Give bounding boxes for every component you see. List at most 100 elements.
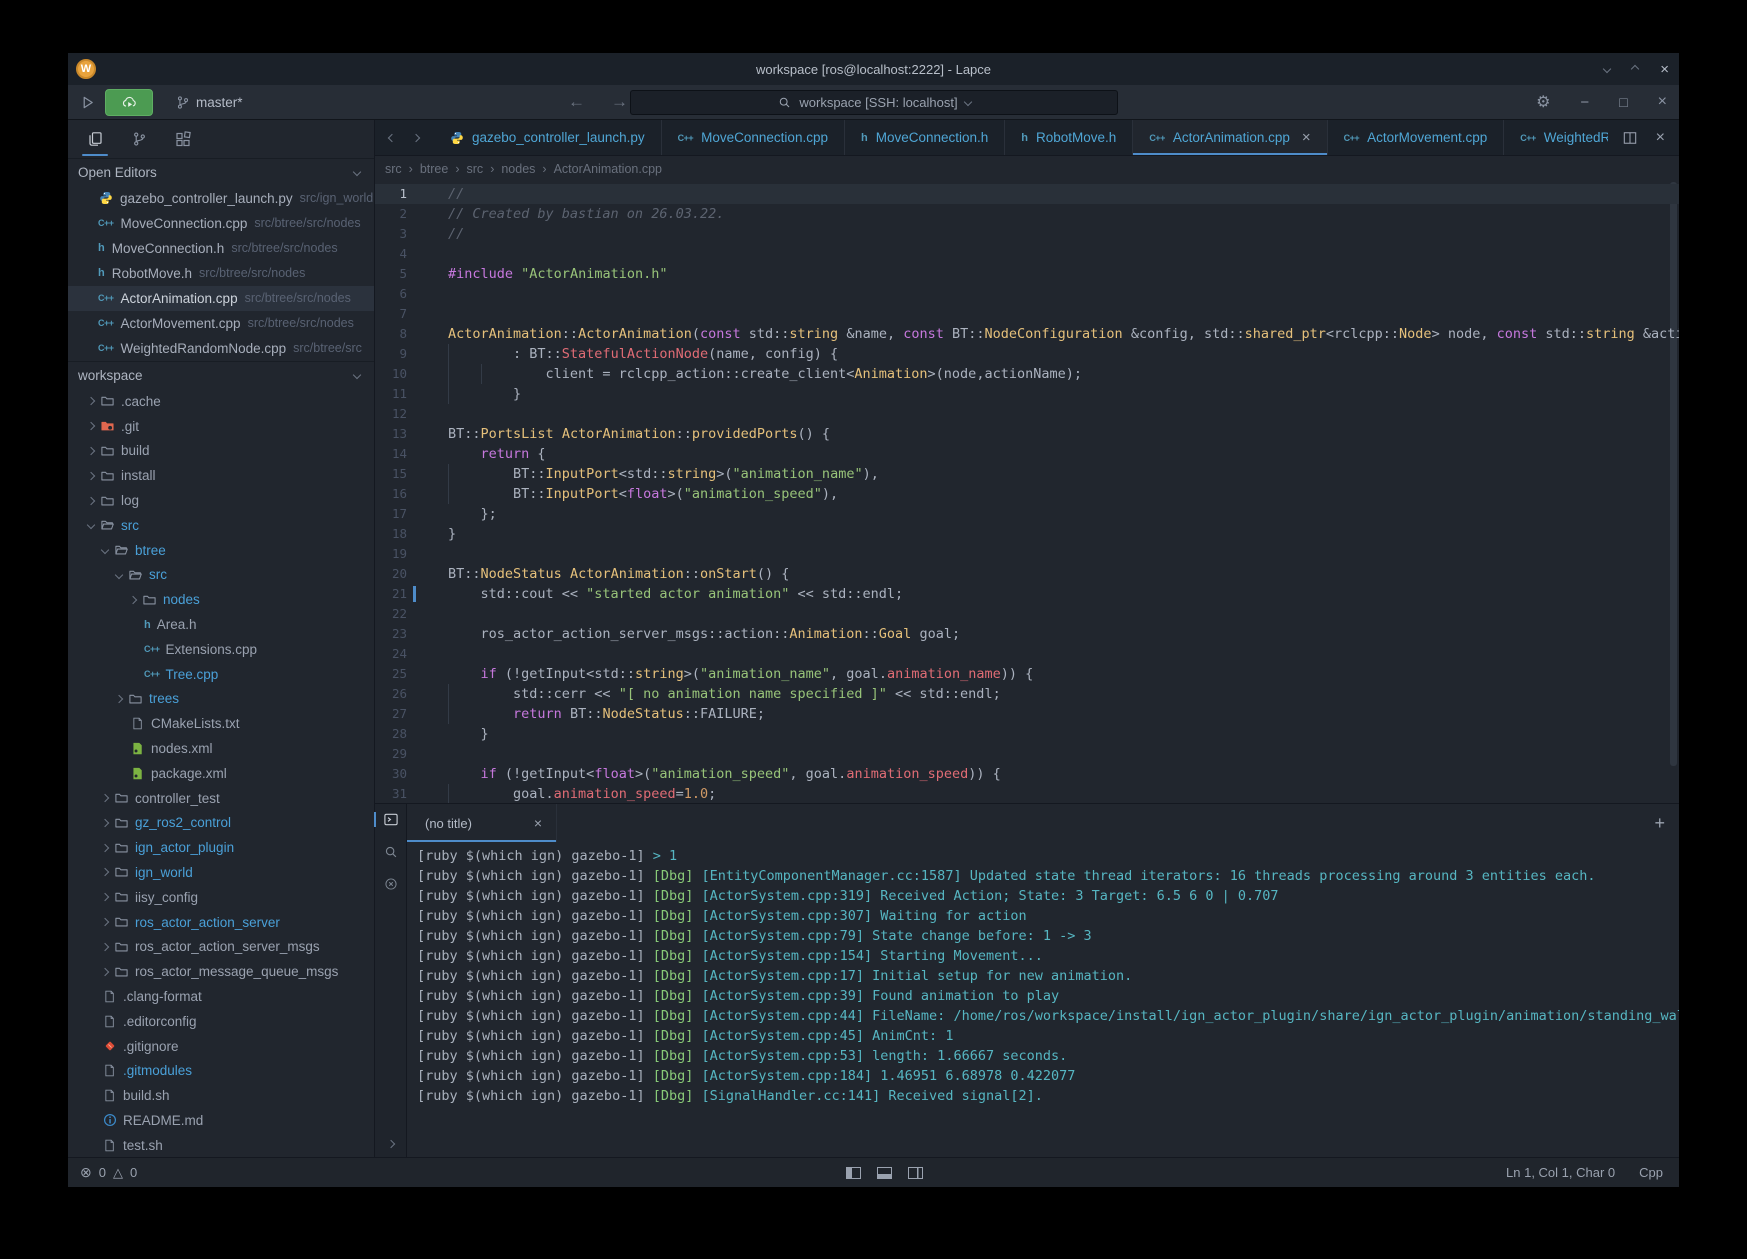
tree-item-ros-actor-action-server-msgs[interactable]: ros_actor_action_server_msgs xyxy=(68,934,374,959)
code-line[interactable]: 14 return { xyxy=(375,444,1679,464)
open-editor-item[interactable]: C++WeightedRandomNode.cppsrc/btree/src xyxy=(68,336,374,361)
tab-close-icon[interactable]: × xyxy=(1302,129,1311,146)
code-line[interactable]: 3// xyxy=(375,224,1679,244)
toggle-right-panel-icon[interactable] xyxy=(908,1167,923,1179)
cursor-position[interactable]: Ln 1, Col 1, Char 0 xyxy=(1506,1165,1615,1180)
run-outline-icon[interactable] xyxy=(80,95,95,110)
tree-item-gz-ros2-control[interactable]: gz_ros2_control xyxy=(68,810,374,835)
tree-item-iisy-config[interactable]: iisy_config xyxy=(68,885,374,910)
tree-item-ros-actor-message-queue-msgs[interactable]: ros_actor_message_queue_msgs xyxy=(68,959,374,984)
tree-item-test-sh[interactable]: test.sh xyxy=(68,1133,374,1157)
tree-item-controller-test[interactable]: controller_test xyxy=(68,786,374,811)
code-line[interactable]: 25 if (!getInput<std::string>("animation… xyxy=(375,664,1679,684)
nav-back-icon[interactable]: ← xyxy=(568,92,585,112)
errors-icon[interactable]: ⊗ xyxy=(80,1164,92,1181)
tree-item--cache[interactable]: .cache xyxy=(68,389,374,414)
tab-moveconnection-cpp[interactable]: C++MoveConnection.cpp xyxy=(662,120,845,155)
code-line[interactable]: 5#include "ActorAnimation.h" xyxy=(375,264,1679,284)
code-editor[interactable]: 1//2// Created by bastian on 26.03.22.3/… xyxy=(375,182,1679,803)
code-line[interactable]: 18} xyxy=(375,524,1679,544)
terminal-tab[interactable]: (no title) × xyxy=(407,804,557,842)
tree-item--editorconfig[interactable]: .editorconfig xyxy=(68,1009,374,1034)
tabs-scroll-left-icon[interactable] xyxy=(388,133,396,141)
tree-item-install[interactable]: install xyxy=(68,463,374,488)
breadcrumb-segment[interactable]: ActorAnimation.cpp xyxy=(554,162,662,176)
language-mode[interactable]: Cpp xyxy=(1639,1165,1663,1180)
tree-item-nodes[interactable]: nodes xyxy=(68,587,374,612)
open-editors-header[interactable]: Open Editors xyxy=(68,158,374,186)
code-line[interactable]: 15 BT::InputPort<std::string>("animation… xyxy=(375,464,1679,484)
window-unshade-icon[interactable] xyxy=(1631,65,1639,73)
breadcrumb-segment[interactable]: btree xyxy=(420,162,449,176)
workspace-search-input[interactable]: workspace [SSH: localhost] xyxy=(630,90,1118,115)
open-editor-item[interactable]: C++ActorAnimation.cppsrc/btree/src/nodes xyxy=(68,286,374,311)
code-line[interactable]: 12 xyxy=(375,404,1679,424)
code-line[interactable]: 16 BT::InputPort<float>("animation_speed… xyxy=(375,484,1679,504)
terminal-icon[interactable] xyxy=(383,812,399,827)
open-editor-item[interactable]: gazebo_controller_launch.pysrc/ign_world xyxy=(68,186,374,211)
tree-item-trees[interactable]: trees xyxy=(68,687,374,712)
code-line[interactable]: 19 xyxy=(375,544,1679,564)
breadcrumb-segment[interactable]: nodes xyxy=(501,162,535,176)
maximize-icon[interactable]: □ xyxy=(1619,94,1627,110)
open-editor-item[interactable]: hMoveConnection.hsrc/btree/src/nodes xyxy=(68,236,374,261)
tree-item-btree[interactable]: btree xyxy=(68,538,374,563)
tab-actormovement-cpp[interactable]: C++ActorMovement.cpp xyxy=(1328,120,1505,155)
code-line[interactable]: 26 std::cerr << "[ no animation name spe… xyxy=(375,684,1679,704)
code-line[interactable]: 20BT::NodeStatus ActorAnimation::onStart… xyxy=(375,564,1679,584)
code-line[interactable]: 24 xyxy=(375,644,1679,664)
tab-gazebo-controller-launch-py[interactable]: gazebo_controller_launch.py xyxy=(433,120,662,155)
workspace-header[interactable]: workspace xyxy=(68,361,374,389)
warnings-icon[interactable]: △ xyxy=(113,1165,123,1181)
close-all-icon[interactable]: × xyxy=(1656,129,1665,147)
tab-robotmove-h[interactable]: hRobotMove.h xyxy=(1005,120,1133,155)
tree-item-src[interactable]: src xyxy=(68,513,374,538)
code-line[interactable]: 29 xyxy=(375,744,1679,764)
tab-moveconnection-h[interactable]: hMoveConnection.h xyxy=(845,120,1005,155)
source-control-icon[interactable] xyxy=(124,122,154,156)
tree-item-tree-cpp[interactable]: C++Tree.cpp xyxy=(68,662,374,687)
open-editor-item[interactable]: hRobotMove.hsrc/btree/src/nodes xyxy=(68,261,374,286)
tree-item-ign-actor-plugin[interactable]: ign_actor_plugin xyxy=(68,835,374,860)
nav-forward-icon[interactable]: → xyxy=(611,92,628,112)
code-line[interactable]: 28 } xyxy=(375,724,1679,744)
tree-item--gitmodules[interactable]: .gitmodules xyxy=(68,1058,374,1083)
code-line[interactable]: 8ActorAnimation::ActorAnimation(const st… xyxy=(375,324,1679,344)
toggle-bottom-panel-icon[interactable] xyxy=(877,1167,892,1179)
open-editor-item[interactable]: C++MoveConnection.cppsrc/btree/src/nodes xyxy=(68,211,374,236)
panel-expand-icon[interactable] xyxy=(386,1140,394,1148)
open-editor-item[interactable]: C++ActorMovement.cppsrc/btree/src/nodes xyxy=(68,311,374,336)
tree-item-build[interactable]: build xyxy=(68,439,374,464)
breadcrumb-segment[interactable]: src xyxy=(385,162,402,176)
code-line[interactable]: 17 }; xyxy=(375,504,1679,524)
git-branch-indicator[interactable]: master* xyxy=(175,95,243,110)
code-line[interactable]: 21 std::cout << "started actor animation… xyxy=(375,584,1679,604)
code-line[interactable]: 11 } xyxy=(375,384,1679,404)
code-line[interactable]: 10 client = rclcpp_action::create_client… xyxy=(375,364,1679,384)
code-line[interactable]: 4 xyxy=(375,244,1679,264)
tree-item--git[interactable]: .git xyxy=(68,414,374,439)
code-line[interactable]: 1// xyxy=(375,184,1679,204)
terminal-output[interactable]: [ruby $(which ign) gazebo-1] > 1[ruby $(… xyxy=(407,842,1679,1157)
tree-item-package-xml[interactable]: package.xml xyxy=(68,761,374,786)
code-line[interactable]: 2// Created by bastian on 26.03.22. xyxy=(375,204,1679,224)
code-line[interactable]: 13BT::PortsList ActorAnimation::provided… xyxy=(375,424,1679,444)
tree-item-log[interactable]: log xyxy=(68,488,374,513)
code-line[interactable]: 7 xyxy=(375,304,1679,324)
code-line[interactable]: 23 ros_actor_action_server_msgs::action:… xyxy=(375,624,1679,644)
tree-item-nodes-xml[interactable]: nodes.xml xyxy=(68,736,374,761)
tree-item-ros-actor-action-server[interactable]: ros_actor_action_server xyxy=(68,910,374,935)
window-close-icon[interactable]: × xyxy=(1660,61,1669,78)
new-terminal-icon[interactable]: + xyxy=(1654,813,1665,834)
code-line[interactable]: 27 return BT::NodeStatus::FAILURE; xyxy=(375,704,1679,724)
breadcrumb-segment[interactable]: src xyxy=(467,162,484,176)
minimize-icon[interactable]: − xyxy=(1580,94,1589,111)
tree-item-cmakelists-txt[interactable]: CMakeLists.txt xyxy=(68,711,374,736)
code-line[interactable]: 6 xyxy=(375,284,1679,304)
tabs-scroll-right-icon[interactable] xyxy=(412,133,420,141)
panel-search-icon[interactable] xyxy=(384,845,398,859)
code-line[interactable]: 31 goal.animation_speed=1.0; xyxy=(375,784,1679,803)
extensions-icon[interactable] xyxy=(168,122,198,156)
close-icon[interactable]: × xyxy=(1658,93,1667,111)
tree-item-area-h[interactable]: hArea.h xyxy=(68,612,374,637)
